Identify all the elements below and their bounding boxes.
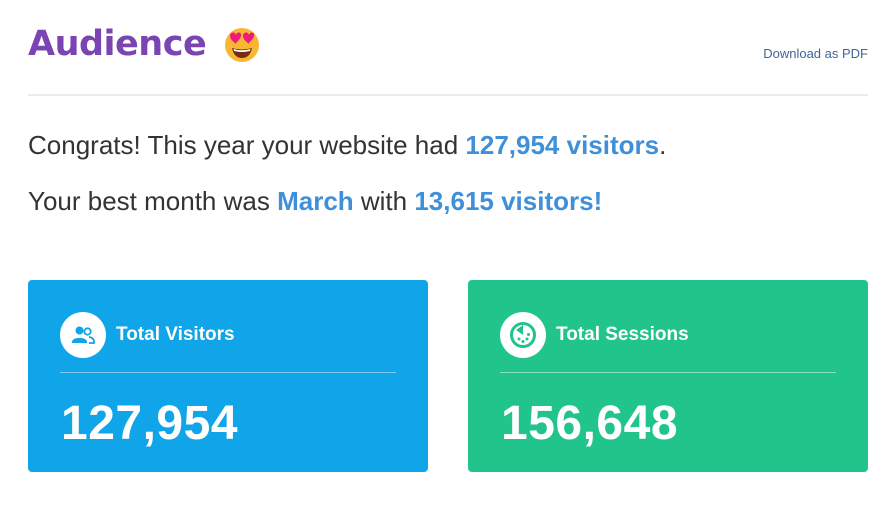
visitors-summary: Congrats! This year your website had 127… xyxy=(28,128,666,162)
card-value: 127,954 xyxy=(61,397,239,450)
page-title: Audience xyxy=(28,24,207,64)
best-month-highlight: March xyxy=(277,186,354,216)
summary-text: Congrats! This year your website had xyxy=(28,130,466,160)
card-divider xyxy=(500,372,836,373)
visitors-highlight: 127,954 visitors xyxy=(465,130,660,160)
best-month-visitors-highlight: 13,615 visitors! xyxy=(414,186,603,216)
card-title: Total Visitors xyxy=(116,324,235,345)
page-header: Audience Download as PDF xyxy=(28,22,868,96)
card-header: Total Sessions xyxy=(500,312,689,358)
card-title: Total Sessions xyxy=(556,324,689,345)
card-value: 156,648 xyxy=(501,397,679,450)
summary-text: Your best month was xyxy=(28,186,278,216)
card-header: Total Visitors xyxy=(60,312,235,358)
total-sessions-card: Total Sessions 156,648 xyxy=(468,280,868,472)
users-icon xyxy=(60,312,106,358)
summary-text: . xyxy=(659,130,667,160)
title-group: Audience xyxy=(28,22,262,66)
card-divider xyxy=(60,372,396,373)
best-month-summary: Your best month was March with 13,615 vi… xyxy=(28,184,602,218)
download-pdf-link[interactable]: Download as PDF xyxy=(763,46,868,61)
summary-text: with xyxy=(353,186,415,216)
timer-icon xyxy=(500,312,546,358)
heart-eyes-emoji-icon xyxy=(225,28,260,62)
total-visitors-card: Total Visitors 127,954 xyxy=(28,280,428,472)
